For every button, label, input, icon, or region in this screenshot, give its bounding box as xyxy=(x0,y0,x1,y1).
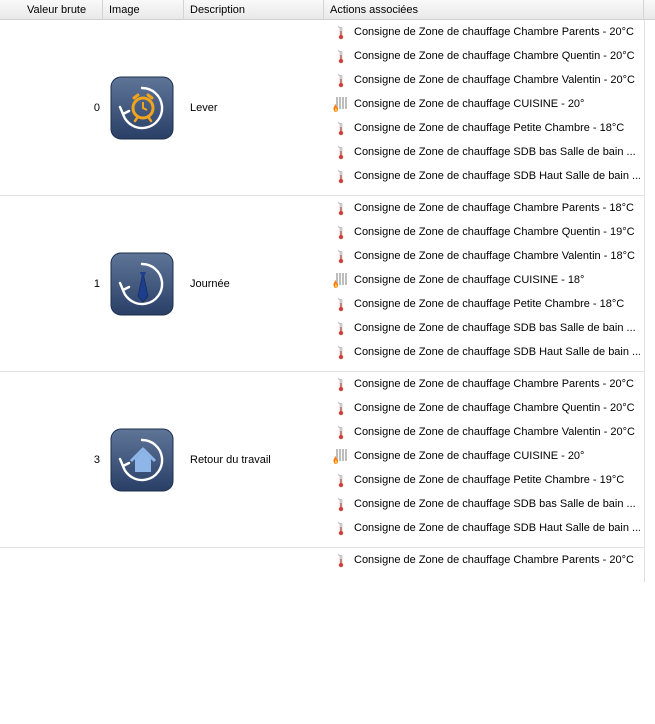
thermometer-icon xyxy=(332,223,350,241)
thermometer-icon xyxy=(332,23,350,41)
action-item[interactable]: Consigne de Zone de chauffage Chambre Pa… xyxy=(324,548,644,572)
thermometer-icon xyxy=(332,399,350,417)
action-item[interactable]: Consigne de Zone de chauffage Chambre Qu… xyxy=(324,220,644,244)
action-label: Consigne de Zone de chauffage CUISINE - … xyxy=(354,450,585,462)
raw-value: 3 xyxy=(93,454,100,466)
action-label: Consigne de Zone de chauffage Chambre Qu… xyxy=(354,226,635,238)
action-label: Consigne de Zone de chauffage Petite Cha… xyxy=(354,474,625,486)
column-divider xyxy=(644,20,645,582)
thermometer-icon xyxy=(332,199,350,217)
action-label: Consigne de Zone de chauffage SDB bas Sa… xyxy=(354,498,636,510)
action-item[interactable]: Consigne de Zone de chauffage Chambre Va… xyxy=(324,68,644,92)
thermometer-icon xyxy=(332,247,350,265)
action-item[interactable]: Consigne de Zone de chauffage SDB bas Sa… xyxy=(324,316,644,340)
table-row[interactable]: 1 Journée Consigne de Zone de chauffage … xyxy=(0,196,644,372)
action-item[interactable]: Consigne de Zone de chauffage Chambre Pa… xyxy=(324,196,644,220)
action-item[interactable]: Consigne de Zone de chauffage Chambre Qu… xyxy=(324,44,644,68)
action-item[interactable]: Consigne de Zone de chauffage Petite Cha… xyxy=(324,292,644,316)
scene-description: Journée xyxy=(190,278,230,290)
table-row[interactable]: 0 Lever Consigne de Zone de chauffage Ch… xyxy=(0,20,644,196)
thermometer-icon xyxy=(332,343,350,361)
thermometer-icon xyxy=(332,423,350,441)
action-label: Consigne de Zone de chauffage Chambre Pa… xyxy=(354,378,634,390)
thermometer-icon xyxy=(332,167,350,185)
column-header-valeur-brute[interactable]: Valeur brute xyxy=(0,0,103,20)
action-label: Consigne de Zone de chauffage Chambre Pa… xyxy=(354,554,634,566)
action-label: Consigne de Zone de chauffage CUISINE - … xyxy=(354,274,585,286)
table-row[interactable]: Consigne de Zone de chauffage Chambre Pa… xyxy=(0,548,644,724)
action-item[interactable]: Consigne de Zone de chauffage CUISINE - … xyxy=(324,268,644,292)
thermometer-icon xyxy=(332,319,350,337)
action-item[interactable]: Consigne de Zone de chauffage CUISINE - … xyxy=(324,92,644,116)
column-header-extra xyxy=(644,0,655,20)
action-label: Consigne de Zone de chauffage Chambre Pa… xyxy=(354,26,634,38)
radiator-icon xyxy=(332,447,350,465)
action-item[interactable]: Consigne de Zone de chauffage Petite Cha… xyxy=(324,116,644,140)
house-icon xyxy=(110,428,174,492)
action-label: Consigne de Zone de chauffage SDB Haut S… xyxy=(354,170,640,182)
radiator-icon xyxy=(332,271,350,289)
scene-description: Lever xyxy=(190,102,218,114)
action-label: Consigne de Zone de chauffage Chambre Va… xyxy=(354,74,636,86)
action-label: Consigne de Zone de chauffage Chambre Pa… xyxy=(354,202,634,214)
thermometer-icon xyxy=(332,471,350,489)
action-label: Consigne de Zone de chauffage Chambre Va… xyxy=(354,426,636,438)
action-item[interactable]: Consigne de Zone de chauffage Chambre Va… xyxy=(324,420,644,444)
thermometer-icon xyxy=(332,519,350,537)
action-item[interactable]: Consigne de Zone de chauffage SDB Haut S… xyxy=(324,164,644,188)
action-label: Consigne de Zone de chauffage SDB Haut S… xyxy=(354,522,640,534)
table-header: Valeur brute Image Description Actions a… xyxy=(0,0,655,20)
thermometer-icon xyxy=(332,375,350,393)
thermometer-icon xyxy=(332,143,350,161)
raw-value: 0 xyxy=(93,102,100,114)
action-item[interactable]: Consigne de Zone de chauffage CUISINE - … xyxy=(324,444,644,468)
action-item[interactable]: Consigne de Zone de chauffage SDB bas Sa… xyxy=(324,492,644,516)
action-item[interactable]: Consigne de Zone de chauffage Chambre Pa… xyxy=(324,20,644,44)
action-item[interactable]: Consigne de Zone de chauffage Chambre Qu… xyxy=(324,396,644,420)
thermometer-icon xyxy=(332,295,350,313)
action-label: Consigne de Zone de chauffage SDB bas Sa… xyxy=(354,322,636,334)
action-label: Consigne de Zone de chauffage Chambre Va… xyxy=(354,250,636,262)
action-label: Consigne de Zone de chauffage CUISINE - … xyxy=(354,98,585,110)
action-label: Consigne de Zone de chauffage Chambre Qu… xyxy=(354,50,635,62)
action-label: Consigne de Zone de chauffage Petite Cha… xyxy=(354,298,625,310)
action-label: Consigne de Zone de chauffage SDB bas Sa… xyxy=(354,146,636,158)
thermometer-icon xyxy=(332,47,350,65)
alarm-clock-icon xyxy=(110,76,174,140)
action-label: Consigne de Zone de chauffage Petite Cha… xyxy=(354,122,625,134)
thermometer-icon xyxy=(332,551,350,569)
action-label: Consigne de Zone de chauffage Chambre Qu… xyxy=(354,402,635,414)
column-header-description[interactable]: Description xyxy=(184,0,324,20)
necktie-icon xyxy=(110,252,174,316)
action-item[interactable]: Consigne de Zone de chauffage Chambre Pa… xyxy=(324,372,644,396)
thermometer-icon xyxy=(332,71,350,89)
column-header-image[interactable]: Image xyxy=(103,0,184,20)
action-label: Consigne de Zone de chauffage SDB Haut S… xyxy=(354,346,640,358)
action-item[interactable]: Consigne de Zone de chauffage SDB Haut S… xyxy=(324,516,644,540)
radiator-icon xyxy=(332,95,350,113)
action-item[interactable]: Consigne de Zone de chauffage SDB Haut S… xyxy=(324,340,644,364)
action-item[interactable]: Consigne de Zone de chauffage Chambre Va… xyxy=(324,244,644,268)
action-item[interactable]: Consigne de Zone de chauffage SDB bas Sa… xyxy=(324,140,644,164)
scene-description: Retour du travail xyxy=(190,454,271,466)
thermometer-icon xyxy=(332,495,350,513)
column-header-actions-associees[interactable]: Actions associées xyxy=(324,0,644,20)
table-row[interactable]: 3 Retour du travail Consigne de Zone de … xyxy=(0,372,644,548)
raw-value: 1 xyxy=(93,278,100,290)
action-item[interactable]: Consigne de Zone de chauffage Petite Cha… xyxy=(324,468,644,492)
thermometer-icon xyxy=(332,119,350,137)
